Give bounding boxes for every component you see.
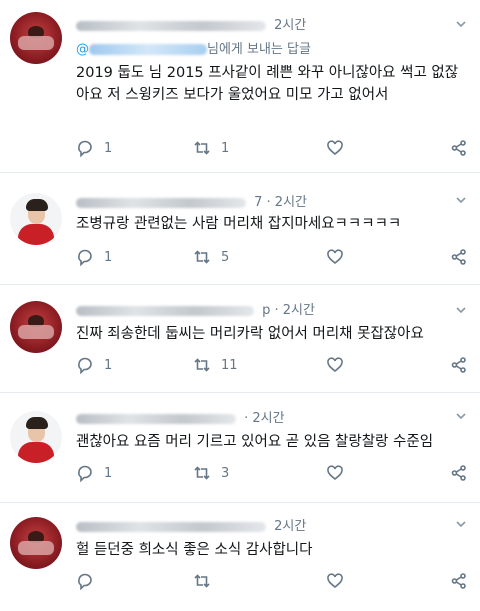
tweet-1[interactable]: 2시간 @ 님에게 보내는 답글 2019 둡도 님 2015 프사같이 례쁜 와… xyxy=(0,0,480,172)
retweet-icon xyxy=(194,250,210,264)
tweet-text: 조병규랑 관련없는 사람 머리채 잡지마세요ㅋㅋㅋㅋㅋ xyxy=(76,216,402,232)
share-icon xyxy=(451,573,466,589)
chevron-down-icon[interactable] xyxy=(454,17,468,31)
tweet-4[interactable]: · 2시간 괜찮아요 요즘 머리 기르고 있어요 곧 있음 찰랑찰랑 수준임 1… xyxy=(0,393,480,501)
reply-thread: 2시간 @ 님에게 보내는 답글 2019 둡도 님 2015 프사같이 례쁜 와… xyxy=(0,0,480,611)
like-button[interactable] xyxy=(326,463,344,483)
share-icon xyxy=(451,249,466,265)
chevron-down-icon[interactable] xyxy=(454,517,468,531)
chevron-down-icon[interactable] xyxy=(454,303,468,317)
share-icon xyxy=(451,357,466,373)
reply-button[interactable]: 1 xyxy=(76,463,112,483)
avatar[interactable] xyxy=(10,411,62,463)
heart-icon xyxy=(327,357,343,373)
reply-count: 1 xyxy=(104,140,113,156)
reply-button[interactable]: 1 xyxy=(76,355,112,375)
chevron-down-icon[interactable] xyxy=(454,409,468,423)
reply-icon xyxy=(78,249,92,266)
tweet-header: · 2시간 xyxy=(76,407,285,426)
reply-icon xyxy=(78,573,92,590)
tweet-text: 헐 듣던중 희소식 좋은 소식 감사합니다 xyxy=(76,542,313,558)
retweet-icon xyxy=(194,574,210,588)
tweet-3[interactable]: p · 2시간 진짜 죄송한데 둡씨는 머리카락 없어서 머리채 못잡잖아요 1… xyxy=(0,285,480,391)
chevron-down-icon[interactable] xyxy=(454,193,468,207)
tweet-text: 2019 둡도 님 2015 프사같이 례쁜 와꾸 아니잖아요 썩고 없잖아요 … xyxy=(76,65,459,103)
retweet-count: 1 xyxy=(221,140,230,156)
reply-button[interactable]: 1 xyxy=(76,138,112,158)
tweet-actions: 1 1 xyxy=(76,138,472,158)
tweet-2[interactable]: 7 · 2시간 조병규랑 관련없는 사람 머리채 잡지마세요ㅋㅋㅋㅋㅋ 1 5 xyxy=(0,173,480,283)
blurred-username xyxy=(76,305,254,316)
retweet-icon xyxy=(194,141,210,155)
mention-link[interactable]: @ xyxy=(76,42,207,57)
reply-icon xyxy=(78,465,92,482)
retweet-button[interactable]: 5 xyxy=(193,247,229,267)
avatar[interactable] xyxy=(10,301,62,353)
retweet-button[interactable]: 3 xyxy=(193,463,229,483)
replying-to: @ 님에게 보내는 답글 xyxy=(76,38,311,57)
tweet-actions: 1 11 xyxy=(76,355,472,375)
heart-icon xyxy=(327,465,343,481)
reply-count: 1 xyxy=(104,465,113,481)
avatar[interactable] xyxy=(10,193,62,245)
like-button[interactable] xyxy=(326,247,344,267)
retweet-icon xyxy=(194,466,210,480)
blurred-username xyxy=(76,521,266,532)
share-icon xyxy=(451,465,466,481)
tweet-text: 진짜 죄송한데 둡씨는 머리카락 없어서 머리채 못잡잖아요 xyxy=(76,326,424,342)
reply-icon xyxy=(78,357,92,374)
retweet-count: 3 xyxy=(221,465,230,481)
blurred-username xyxy=(76,20,266,31)
tweet-5[interactable]: 2시간 헐 듣던중 희소식 좋은 소식 감사합니다 xyxy=(0,503,480,611)
avatar[interactable] xyxy=(10,517,62,569)
tweet-header: 7 · 2시간 xyxy=(76,191,307,210)
share-button[interactable] xyxy=(450,355,468,375)
retweet-count: 5 xyxy=(221,249,230,265)
heart-icon xyxy=(327,140,343,156)
avatar[interactable] xyxy=(10,12,62,64)
tweet-time: 2시간 xyxy=(274,519,307,534)
reply-count: 1 xyxy=(104,357,113,373)
tweet-time: · 2시간 xyxy=(244,411,285,426)
tweet-header: 2시간 xyxy=(76,14,307,33)
reply-button[interactable]: 1 xyxy=(76,247,112,267)
like-button[interactable] xyxy=(326,138,344,158)
reply-icon xyxy=(78,140,92,157)
share-button[interactable] xyxy=(450,463,468,483)
tweet-time: p · 2시간 xyxy=(262,303,315,318)
share-button[interactable] xyxy=(450,571,468,591)
heart-icon xyxy=(327,573,343,589)
tweet-header: p · 2시간 xyxy=(76,299,315,318)
reply-button[interactable] xyxy=(76,571,104,591)
tweet-time: 7 · 2시간 xyxy=(254,195,307,210)
reply-count: 1 xyxy=(104,249,113,265)
retweet-button[interactable]: 1 xyxy=(193,138,229,158)
tweet-actions: 1 3 xyxy=(76,463,472,483)
like-button[interactable] xyxy=(326,355,344,375)
blurred-username xyxy=(76,413,236,424)
tweet-header: 2시간 xyxy=(76,515,307,534)
retweet-button[interactable] xyxy=(193,571,221,591)
retweet-count: 11 xyxy=(221,357,238,373)
share-icon xyxy=(451,140,466,156)
retweet-button[interactable]: 11 xyxy=(193,355,238,375)
heart-icon xyxy=(327,249,343,265)
tweet-actions xyxy=(76,571,472,591)
like-button[interactable] xyxy=(326,571,344,591)
replying-suffix: 님에게 보내는 답글 xyxy=(207,42,311,57)
share-button[interactable] xyxy=(450,247,468,267)
retweet-icon xyxy=(194,358,210,372)
share-button[interactable] xyxy=(450,138,468,158)
tweet-actions: 1 5 xyxy=(76,247,472,267)
blurred-username xyxy=(76,197,246,208)
tweet-time: 2시간 xyxy=(274,18,307,33)
tweet-text: 괜찮아요 요즘 머리 기르고 있어요 곧 있음 찰랑찰랑 수준임 xyxy=(76,434,434,450)
